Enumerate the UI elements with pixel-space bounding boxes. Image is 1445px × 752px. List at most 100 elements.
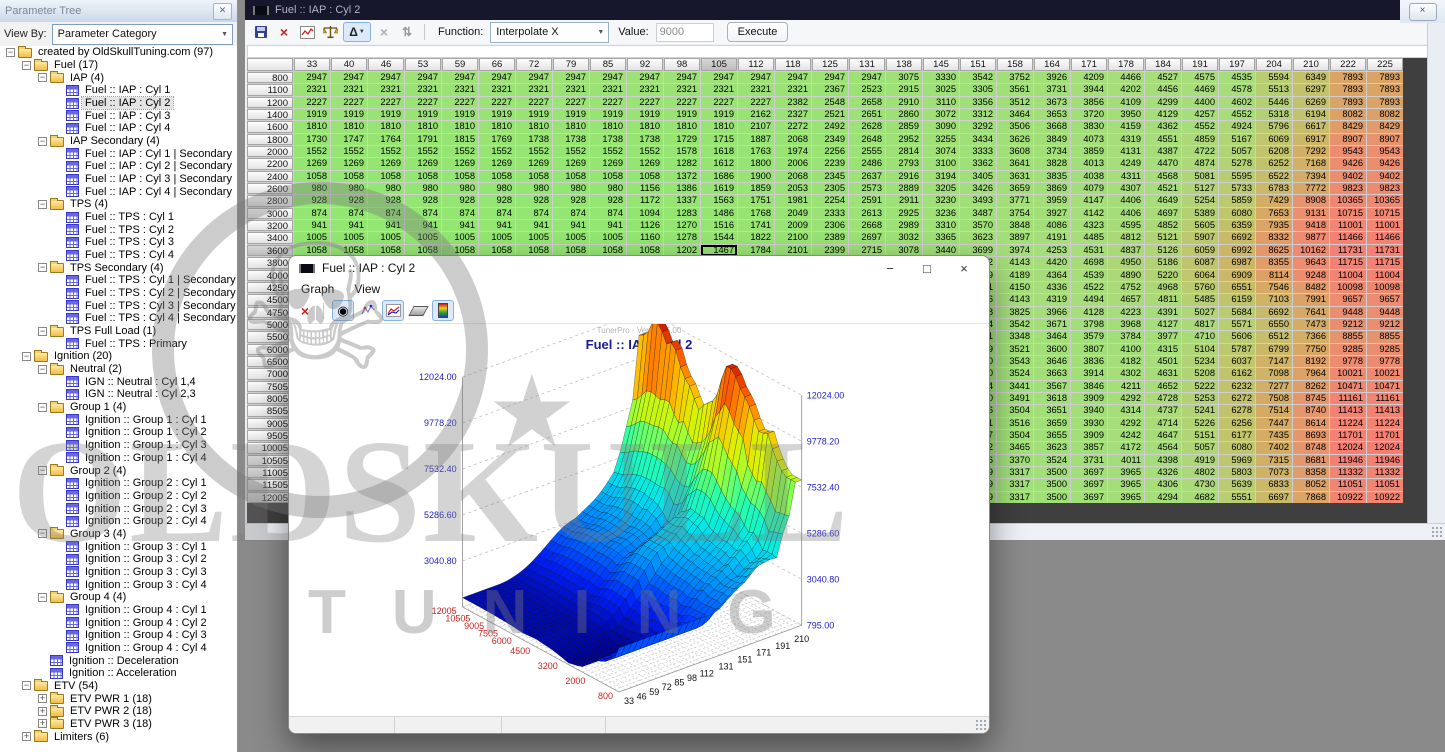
row-header[interactable]: 1600: [247, 121, 293, 132]
map-cell[interactable]: 2668: [849, 220, 885, 231]
map-cell[interactable]: 980: [405, 183, 441, 194]
map-cell[interactable]: 4336: [1034, 282, 1070, 293]
map-cell[interactable]: 4852: [1145, 220, 1181, 231]
collapse-icon[interactable]: −: [38, 263, 47, 272]
map-cell[interactable]: 1126: [627, 220, 663, 231]
map-cell[interactable]: 2254: [812, 195, 848, 206]
map-cell[interactable]: 3405: [960, 171, 996, 182]
map-cell[interactable]: 3926: [1034, 72, 1070, 83]
map-cell[interactable]: 2049: [775, 208, 811, 219]
map-cell[interactable]: 7868: [1293, 492, 1329, 503]
map-cell[interactable]: 4131: [1108, 146, 1144, 157]
map-cell[interactable]: 10922: [1367, 492, 1403, 503]
tree-item[interactable]: Fuel :: TPS : Primary: [0, 337, 237, 350]
map-cell[interactable]: 3317: [997, 467, 1033, 478]
tree-item[interactable]: Fuel :: TPS : Cyl 2: [0, 223, 237, 236]
map-cell[interactable]: 7653: [1256, 208, 1292, 219]
surface-3d-button[interactable]: [408, 301, 428, 320]
map-cell[interactable]: 9131: [1293, 208, 1329, 219]
map-cell[interactable]: 4242: [1108, 430, 1144, 441]
map-cell[interactable]: 9877: [1293, 232, 1329, 243]
map-cell[interactable]: 4539: [1071, 270, 1107, 281]
map-cell[interactable]: 1810: [331, 121, 367, 132]
map-cell[interactable]: 5318: [1256, 109, 1292, 120]
map-cell[interactable]: 5803: [1219, 467, 1255, 478]
map-cell[interactable]: 6080: [1219, 208, 1255, 219]
row-header[interactable]: 1200: [247, 97, 293, 108]
map-cell[interactable]: 1612: [701, 158, 737, 169]
map-cell[interactable]: 1269: [331, 158, 367, 169]
map-cell[interactable]: 1269: [405, 158, 441, 169]
map-cell[interactable]: 4306: [1145, 479, 1181, 490]
map-cell[interactable]: 7893: [1367, 84, 1403, 95]
map-cell[interactable]: 1800: [738, 158, 774, 169]
map-cell[interactable]: 4311: [1108, 171, 1144, 182]
tree-item[interactable]: Ignition :: Deceleration: [0, 654, 237, 667]
map-cell[interactable]: 4535: [1219, 72, 1255, 83]
map-cell[interactable]: 1005: [294, 232, 330, 243]
row-header[interactable]: 7505: [247, 381, 293, 392]
map-cell[interactable]: 2006: [775, 158, 811, 169]
map-cell[interactable]: 2947: [479, 72, 515, 83]
row-header[interactable]: 1100: [247, 84, 293, 95]
map-cell[interactable]: 4456: [1145, 84, 1181, 95]
map-cell[interactable]: 4811: [1145, 294, 1181, 305]
map-cell[interactable]: 1269: [627, 158, 663, 169]
col-header[interactable]: 191: [1182, 58, 1218, 71]
map-cell[interactable]: 928: [294, 195, 330, 206]
tree-item[interactable]: Fuel :: IAP : Cyl 4: [0, 122, 237, 135]
map-cell[interactable]: 4501: [1145, 356, 1181, 367]
map-cell[interactable]: 6232: [1219, 381, 1255, 392]
map-cell[interactable]: 10715: [1330, 208, 1366, 219]
map-cell[interactable]: 4578: [1219, 84, 1255, 95]
resize-grip-icon[interactable]: [975, 719, 987, 731]
map-cell[interactable]: 2321: [701, 84, 737, 95]
tree-item[interactable]: −Group 2 (4): [0, 464, 237, 477]
map-cell[interactable]: 8429: [1367, 121, 1403, 132]
map-cell[interactable]: 3524: [997, 368, 1033, 379]
col-header[interactable]: 92: [627, 58, 663, 71]
map-cell[interactable]: 4253: [1034, 245, 1070, 256]
map-cell[interactable]: 2321: [627, 84, 663, 95]
map-cell[interactable]: 7292: [1293, 146, 1329, 157]
map-cell[interactable]: 1919: [516, 109, 552, 120]
map-cell[interactable]: 2889: [886, 183, 922, 194]
map-cell[interactable]: 1810: [479, 121, 515, 132]
map-cell[interactable]: 11224: [1330, 418, 1366, 429]
map-cell[interactable]: 6037: [1219, 356, 1255, 367]
map-cell[interactable]: 2321: [479, 84, 515, 95]
row-header[interactable]: 4750: [247, 307, 293, 318]
map-cell[interactable]: 7750: [1293, 344, 1329, 355]
map-cell[interactable]: 3798: [1071, 319, 1107, 330]
map-cell[interactable]: 3631: [997, 171, 1033, 182]
tree-item[interactable]: Ignition :: Group 4 : Cyl 1: [0, 604, 237, 617]
map-cell[interactable]: 5208: [1182, 368, 1218, 379]
map-cell[interactable]: 1919: [442, 109, 478, 120]
tree-item[interactable]: −Group 1 (4): [0, 401, 237, 414]
map-cell[interactable]: 1810: [627, 121, 663, 132]
row-header[interactable]: 3200: [247, 220, 293, 231]
map-cell[interactable]: 3659: [997, 183, 1033, 194]
map-cell[interactable]: 5186: [1145, 257, 1181, 268]
map-cell[interactable]: 4073: [1071, 134, 1107, 145]
map-cell[interactable]: 3292: [960, 121, 996, 132]
map-cell[interactable]: 8740: [1293, 405, 1329, 416]
map-cell[interactable]: 4657: [1108, 294, 1144, 305]
map-cell[interactable]: 3830: [1071, 121, 1107, 132]
tree-item[interactable]: +ETV PWR 3 (18): [0, 718, 237, 731]
save-button[interactable]: [251, 23, 271, 41]
map-cell[interactable]: 2367: [812, 84, 848, 95]
map-cell[interactable]: 4568: [1145, 171, 1181, 182]
map-cell[interactable]: 3944: [1071, 84, 1107, 95]
map-cell[interactable]: 5104: [1182, 344, 1218, 355]
row-header[interactable]: 9505: [247, 430, 293, 441]
map-cell[interactable]: 2227: [701, 97, 737, 108]
map-cell[interactable]: 3100: [923, 158, 959, 169]
map-cell[interactable]: 5606: [1219, 331, 1255, 342]
map-cell[interactable]: 8262: [1293, 381, 1329, 392]
col-header[interactable]: 46: [368, 58, 404, 71]
map-cell[interactable]: 1283: [664, 208, 700, 219]
map-cell[interactable]: 11466: [1330, 232, 1366, 243]
map-cell[interactable]: 3663: [1034, 368, 1070, 379]
map-cell[interactable]: 4400: [1182, 97, 1218, 108]
